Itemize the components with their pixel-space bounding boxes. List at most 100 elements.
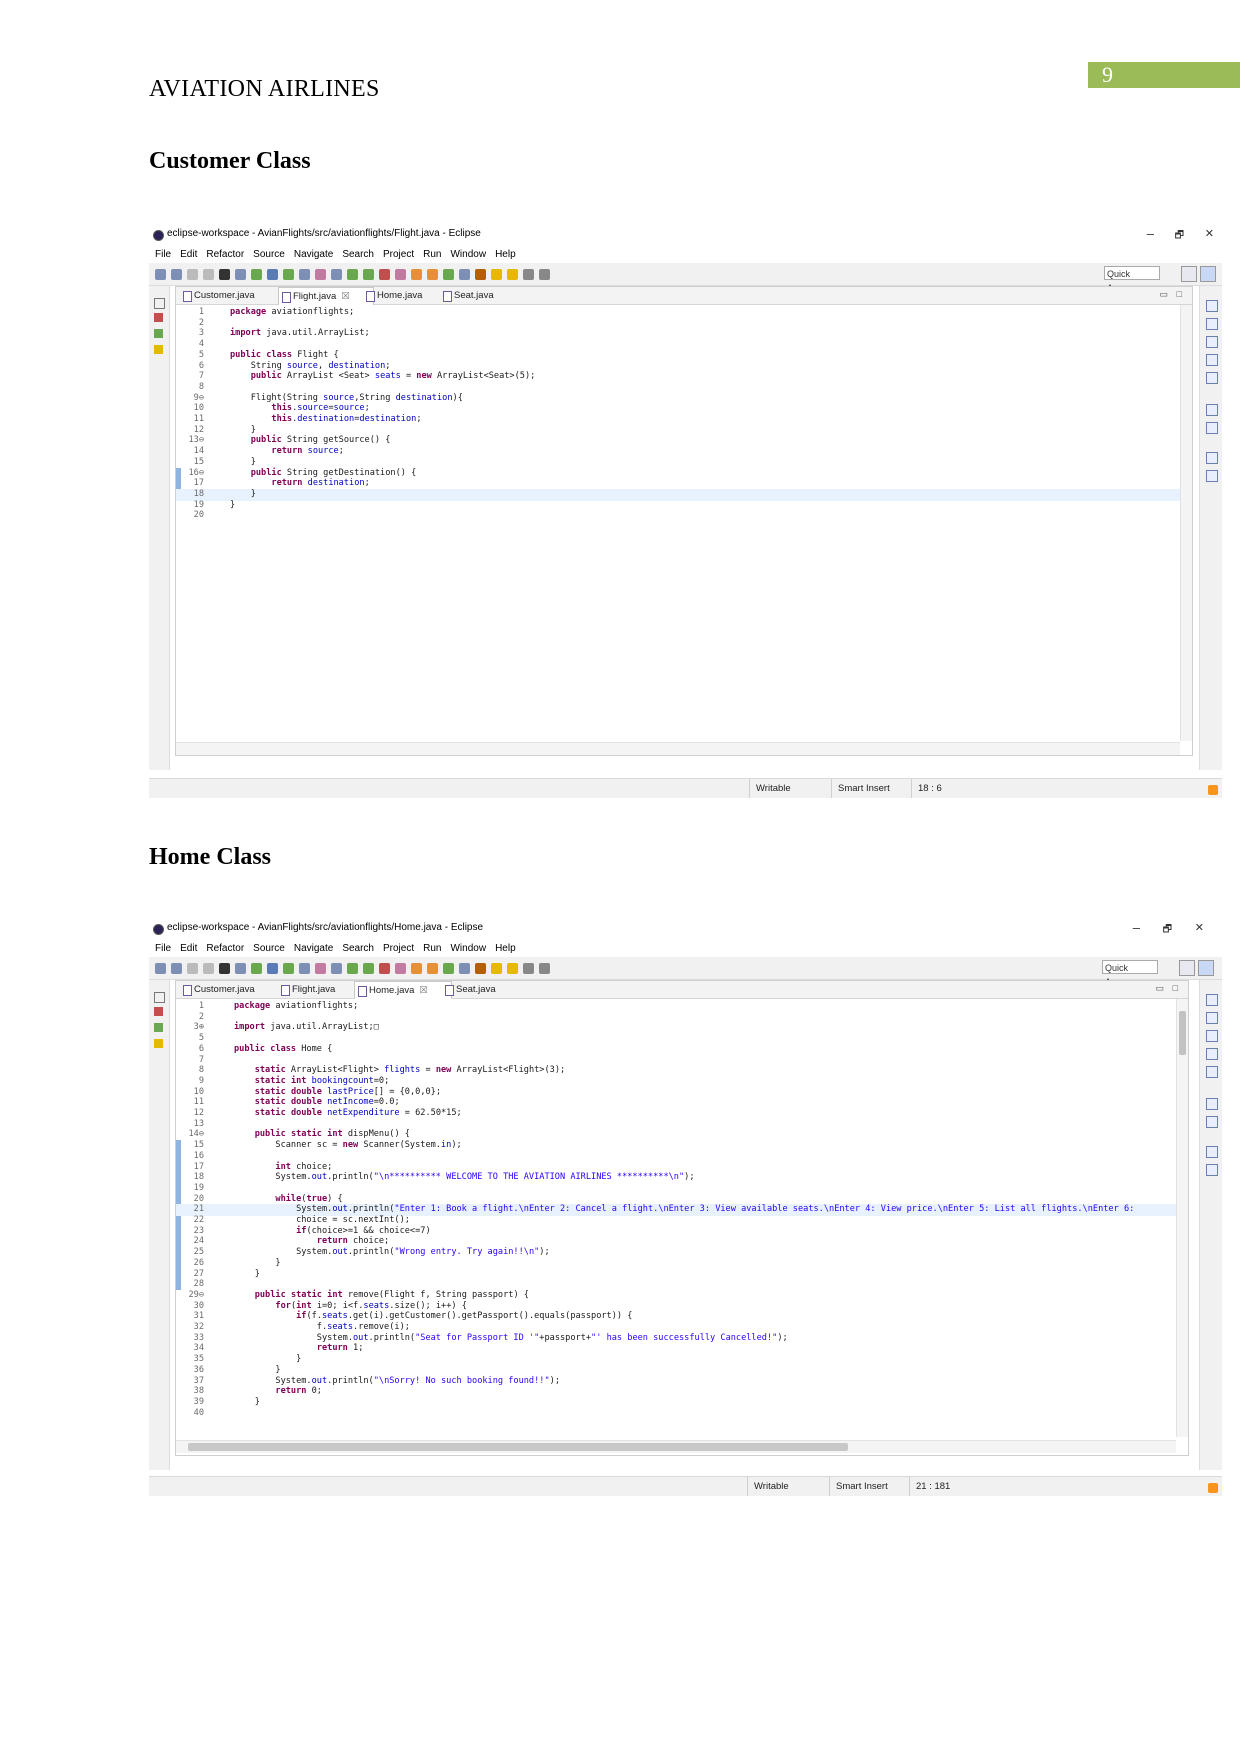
toolbar-button-icon[interactable] [203,962,214,974]
toolbar-button-icon[interactable] [171,962,182,974]
menu-help[interactable]: Help [495,940,516,957]
toolbar-button-icon[interactable] [491,268,502,280]
toolbar-button-icon[interactable] [507,962,518,974]
menu-run[interactable]: Run [423,940,441,957]
menu-file[interactable]: File [155,246,171,263]
toolbar-button-icon[interactable] [443,962,454,974]
toolbar-button-icon[interactable] [251,962,262,974]
toolbar-button-icon[interactable] [235,268,246,280]
minimize-icon[interactable]: – [1147,226,1154,241]
menu-window[interactable]: Window [450,940,486,957]
toolbar-button-icon[interactable] [379,268,390,280]
toolbar-button-icon[interactable] [379,962,390,974]
console-icon[interactable] [1206,372,1218,384]
menu-run[interactable]: Run [423,246,441,263]
horizontal-scrollbar-thumb[interactable] [188,1443,848,1451]
vertical-scrollbar[interactable] [1180,305,1192,741]
search-view-icon[interactable] [1206,1116,1218,1128]
toolbar-button-icon[interactable] [283,268,294,280]
close-tab-icon[interactable]: ☒ [341,291,350,302]
code-editor[interactable]: Customer.java Flight.java Home.java ☒ Sea… [175,980,1189,1456]
toolbar-button-icon[interactable] [539,268,550,280]
menu-search[interactable]: Search [342,940,374,957]
perspective-icon[interactable] [1181,266,1197,282]
toolbar-button-icon[interactable] [267,962,278,974]
toolbar-button-icon[interactable] [459,962,470,974]
declaration-icon[interactable] [1206,404,1218,416]
toolbar-button-icon[interactable] [411,268,422,280]
type-hierarchy-icon[interactable] [154,329,163,338]
toolbar-button-icon[interactable] [427,268,438,280]
menu-navigate[interactable]: Navigate [294,246,333,263]
close-icon[interactable]: ✕ [1195,921,1204,934]
code-line[interactable]: 40 [176,1408,1176,1420]
quick-access-field[interactable]: Quick Access [1104,266,1160,293]
package-explorer-icon[interactable] [154,1007,163,1016]
toolbar-button-icon[interactable] [203,268,214,280]
outline-icon[interactable] [1206,994,1218,1006]
maximize-icon[interactable]: 🗗 [1163,922,1172,939]
code-area[interactable]: 1 package aviationflights; 2 3 import java.u… [176,305,1192,735]
toolbar-button-icon[interactable] [443,268,454,280]
toolbar-button-icon[interactable] [235,962,246,974]
toolbar-button-icon[interactable] [395,268,406,280]
maximize-icon[interactable]: 🗗 [1175,228,1184,245]
tab-home-java[interactable]: Home.java ☒ [354,981,452,999]
toolbar-button-icon[interactable] [475,962,486,974]
javadoc-icon[interactable] [1206,354,1218,366]
toolbar-button-icon[interactable] [363,962,374,974]
tab-seat-java[interactable]: Seat.java [440,287,514,304]
toolbar-button-icon[interactable] [187,962,198,974]
toolbar-button-icon[interactable] [507,268,518,280]
toolbar-button-icon[interactable] [283,962,294,974]
maximize-view-icon[interactable]: □ [1177,289,1182,299]
navigator-icon[interactable] [154,345,163,354]
menu-source[interactable]: Source [253,246,285,263]
menu-window[interactable]: Window [450,246,486,263]
toolbar-button-icon[interactable] [475,268,486,280]
outline-icon[interactable] [1206,300,1218,312]
toolbar-button-icon[interactable] [187,268,198,280]
navigator-icon[interactable] [154,1039,163,1048]
menu-file[interactable]: File [155,940,171,957]
tab-flight-java[interactable]: Flight.java ☒ [278,287,374,305]
type-hierarchy-icon[interactable] [154,1023,163,1032]
toolbar-button-icon[interactable] [411,962,422,974]
menu-navigate[interactable]: Navigate [294,940,333,957]
tab-customer-java[interactable]: Customer.java [180,287,282,304]
history-icon[interactable] [1206,452,1218,464]
restore-icon[interactable] [154,992,165,1003]
tab-customer-java[interactable]: Customer.java [180,981,282,998]
toolbar-button-icon[interactable] [491,962,502,974]
menu-source[interactable]: Source [253,940,285,957]
toolbar-button-icon[interactable] [267,268,278,280]
code-editor[interactable]: Customer.java Flight.java ☒ Home.java Sea… [175,286,1193,756]
progress-icon[interactable] [1206,1164,1218,1176]
toolbar-button-icon[interactable] [299,268,310,280]
menu-edit[interactable]: Edit [180,246,197,263]
menu-project[interactable]: Project [383,940,414,957]
history-icon[interactable] [1206,1146,1218,1158]
feed-icon[interactable] [1208,785,1218,795]
toolbar-button-icon[interactable] [315,962,326,974]
horizontal-scrollbar[interactable] [176,1440,1176,1453]
tab-home-java[interactable]: Home.java [363,287,447,304]
toolbar-button-icon[interactable] [523,268,534,280]
toolbar-button-icon[interactable] [171,268,182,280]
task-list-icon[interactable] [1206,1012,1218,1024]
toolbar-button-icon[interactable] [331,268,342,280]
problems-icon[interactable] [1206,336,1218,348]
menu-help[interactable]: Help [495,246,516,263]
declaration-icon[interactable] [1206,1098,1218,1110]
toolbar-button-icon[interactable] [155,962,166,974]
restore-icon[interactable] [154,298,165,309]
tab-flight-java[interactable]: Flight.java [278,981,356,998]
perspective-icon[interactable] [1179,960,1195,976]
javadoc-icon[interactable] [1206,1048,1218,1060]
quick-access-field[interactable]: Quick Access [1102,960,1158,987]
toolbar-button-icon[interactable] [363,268,374,280]
menu-search[interactable]: Search [342,246,374,263]
code-area[interactable]: 1 package aviationflights; 2 3⊕ import java.… [176,999,1176,1449]
progress-icon[interactable] [1206,470,1218,482]
vertical-scrollbar[interactable] [1176,999,1188,1437]
